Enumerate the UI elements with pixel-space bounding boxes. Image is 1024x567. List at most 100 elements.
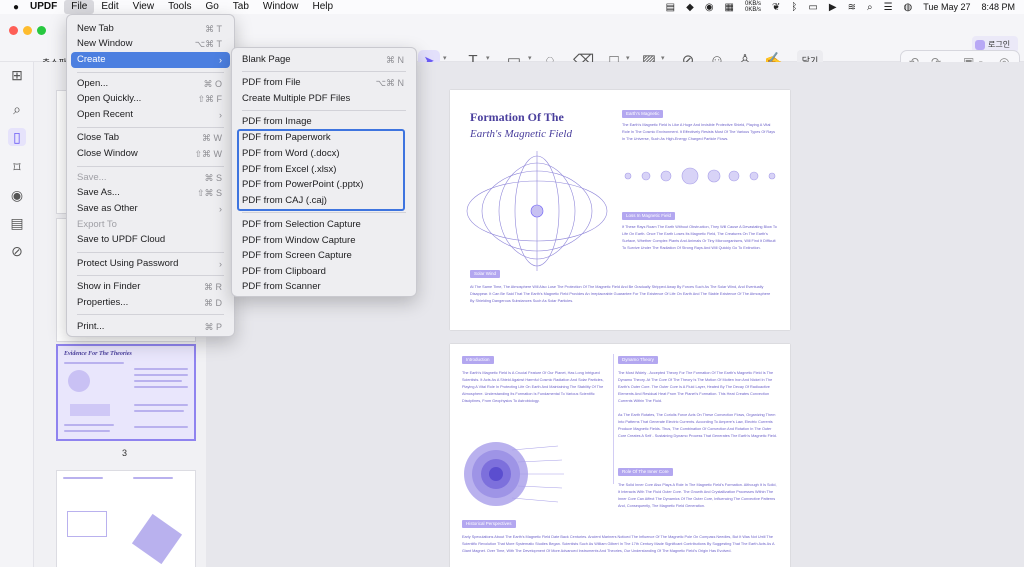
menu-item-save-as[interactable]: Save As... ⇧⌘ S xyxy=(71,185,230,201)
menu-window[interactable]: Window xyxy=(256,0,306,14)
menu-item-pdf-from-image[interactable]: PDF from Image xyxy=(236,114,412,130)
menu-item-label: Save to UPDF Cloud xyxy=(77,234,166,245)
menu-item-open-quickly[interactable]: Open Quickly... ⇧⌘ F xyxy=(71,91,230,107)
menu-item-blank-page[interactable]: Blank Page ⌘ N xyxy=(236,52,412,68)
siri-icon[interactable]: ◍ xyxy=(904,2,913,13)
chevron-down-icon[interactable]: ▾ xyxy=(661,54,665,62)
menu-item-pdf-from-scanner[interactable]: PDF from Scanner xyxy=(236,279,412,295)
comments-icon[interactable]: ◉ xyxy=(8,186,26,204)
menu-item-label: Save As... xyxy=(77,187,120,198)
menu-item-open-recent[interactable]: Open Recent › xyxy=(71,107,230,123)
login-label: 로그인 xyxy=(988,40,1011,49)
pdf-status-icon[interactable]: ▤ xyxy=(666,2,675,13)
search-icon[interactable]: ⌕ xyxy=(8,100,26,118)
thumbnail-page-3[interactable]: Evidence For The Theories xyxy=(56,344,196,441)
avatar-icon xyxy=(975,39,985,50)
leaf-icon[interactable]: ❦ xyxy=(772,2,780,13)
search-icon[interactable]: ⌕ xyxy=(867,2,873,13)
section-badge: Historical Perspectives xyxy=(462,520,516,528)
menu-item-label: New Window xyxy=(77,38,133,49)
menu-item-label: Properties... xyxy=(77,297,129,308)
menu-item-new-window[interactable]: New Window ⌥⌘ T xyxy=(71,36,230,52)
menu-separator xyxy=(77,252,224,253)
attachments-icon[interactable]: ⊘ xyxy=(8,242,26,260)
menu-item-properties[interactable]: Properties... ⌘ D xyxy=(71,295,230,311)
battery-icon[interactable]: ▭ xyxy=(808,2,817,13)
cat-icon[interactable]: ◉ xyxy=(705,2,714,13)
menu-item-new-tab[interactable]: New Tab ⌘ T xyxy=(71,21,230,37)
menu-item-show-in-finder[interactable]: Show in Finder ⌘ R xyxy=(71,279,230,295)
thumb-line xyxy=(134,410,184,412)
thumb-line xyxy=(133,477,173,479)
menu-item-close-tab[interactable]: Close Tab ⌘ W xyxy=(71,130,230,146)
pdf-page-1[interactable]: Formation Of The Earth's Magnetic Field … xyxy=(450,90,790,330)
forms-icon[interactable]: ▤ xyxy=(8,214,26,232)
menu-shortcut: ⌘ O xyxy=(203,79,222,89)
menu-item-print[interactable]: Print... ⌘ P xyxy=(71,319,230,335)
menu-item-protect-password[interactable]: Protect Using Password › xyxy=(71,256,230,272)
chevron-down-icon[interactable]: ▾ xyxy=(443,54,447,62)
menu-item-label: Show in Finder xyxy=(77,281,141,292)
zoom-window-icon[interactable] xyxy=(37,26,46,35)
menu-item-export-to[interactable]: Export To xyxy=(71,217,230,233)
paragraph: As The Earth Rotates, The Coriolis Force… xyxy=(618,413,777,438)
chevron-down-icon[interactable]: ▾ xyxy=(626,54,630,62)
menubar-date[interactable]: Tue May 27 xyxy=(923,2,970,12)
thumbnails-icon[interactable]: ▯ xyxy=(8,128,26,146)
section-badge: Role Of The Inner Core xyxy=(618,468,673,476)
play-icon[interactable]: ▶ xyxy=(829,2,837,13)
menu-item-save-as-other[interactable]: Save as Other › xyxy=(71,201,230,217)
thumbnail-page-4[interactable] xyxy=(56,470,196,567)
bookmark-icon[interactable]: ⌑ xyxy=(8,158,26,176)
location-icon[interactable]: ◆ xyxy=(686,2,694,13)
pdf-page-2[interactable]: Introduction The Earth's Magnetic Field … xyxy=(450,344,790,567)
thumb-line xyxy=(64,424,114,426)
wifi-icon[interactable]: ≋ xyxy=(848,2,856,13)
menu-file[interactable]: File xyxy=(64,0,95,14)
menu-help[interactable]: Help xyxy=(306,0,341,14)
chevron-right-icon: › xyxy=(219,110,222,120)
menu-separator xyxy=(242,212,406,213)
menu-item-save-to-cloud[interactable]: Save to UPDF Cloud xyxy=(71,232,230,248)
menu-shortcut: ⌥⌘ N xyxy=(375,78,404,88)
menu-item-label: New Tab xyxy=(77,23,114,34)
menu-item-open[interactable]: Open... ⌘ O xyxy=(71,76,230,92)
menubar-time[interactable]: 8:48 PM xyxy=(981,2,1015,12)
menu-separator xyxy=(242,71,406,72)
bluetooth-icon[interactable]: ᛒ xyxy=(791,2,797,13)
menu-item-selection-capture[interactable]: PDF from Selection Capture xyxy=(236,217,412,233)
highlight-outline xyxy=(237,129,405,211)
menu-item-screen-capture[interactable]: PDF from Screen Capture xyxy=(236,248,412,264)
chevron-right-icon: › xyxy=(219,259,222,269)
column-divider xyxy=(613,354,614,484)
menu-tools[interactable]: Tools xyxy=(161,0,198,14)
menu-shortcut: ⇧⌘ S xyxy=(196,188,222,198)
menu-item-window-capture[interactable]: PDF from Window Capture xyxy=(236,233,412,249)
chevron-down-icon[interactable]: ▾ xyxy=(528,54,532,62)
menu-item-label: PDF from File xyxy=(242,77,301,88)
grid-view-icon[interactable]: ⊞ xyxy=(8,66,26,84)
network-speed[interactable]: 0KB/s 0KB/s xyxy=(745,1,761,13)
close-window-icon[interactable] xyxy=(9,26,18,35)
thumb-line xyxy=(64,362,124,364)
menu-separator xyxy=(77,166,224,167)
minimize-window-icon[interactable] xyxy=(23,26,32,35)
earth-layers-diagram xyxy=(464,442,564,506)
app-menu[interactable]: UPDF xyxy=(23,0,64,14)
menu-view[interactable]: View xyxy=(126,0,162,14)
menu-go[interactable]: Go xyxy=(198,0,225,14)
menu-item-save[interactable]: Save... ⌘ S xyxy=(71,170,230,186)
apple-icon[interactable]: ● xyxy=(9,2,23,13)
menu-item-pdf-from-file[interactable]: PDF from File ⌥⌘ N xyxy=(236,75,412,91)
thumb-line xyxy=(134,386,188,388)
menu-item-pdf-from-clipboard[interactable]: PDF from Clipboard xyxy=(236,264,412,280)
chevron-down-icon[interactable]: ▾ xyxy=(486,54,490,62)
menu-edit[interactable]: Edit xyxy=(94,0,125,14)
control-center-icon[interactable]: ☰ xyxy=(884,2,893,13)
menu-tab[interactable]: Tab xyxy=(226,0,256,14)
grid-icon[interactable]: ▦ xyxy=(725,2,734,13)
menu-item-close-window[interactable]: Close Window ⇧⌘ W xyxy=(71,146,230,162)
menu-item-create-multiple[interactable]: Create Multiple PDF Files xyxy=(236,91,412,107)
menu-item-label: Save as Other xyxy=(77,203,138,214)
menu-item-create[interactable]: Create › xyxy=(71,52,230,68)
